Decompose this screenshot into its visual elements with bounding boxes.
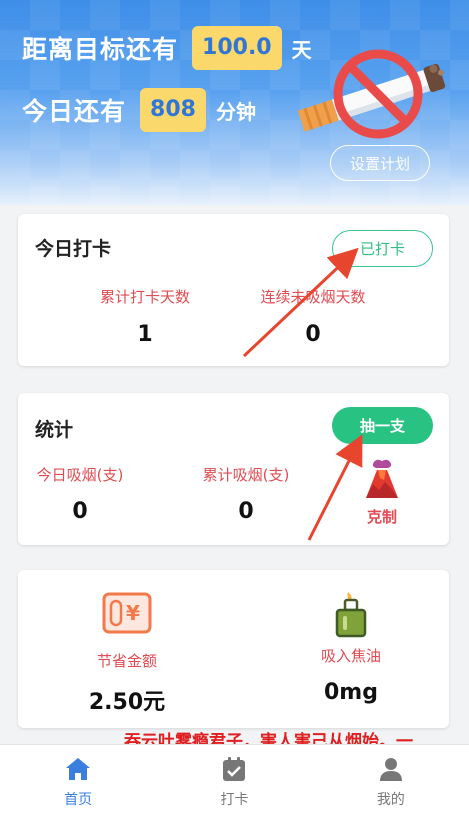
total-smoked-value: 0 bbox=[238, 499, 254, 524]
set-plan-button[interactable]: 设置计划 bbox=[330, 145, 430, 181]
tar-inhaled-value: 0mg bbox=[324, 680, 378, 705]
today-smoked-value: 0 bbox=[72, 499, 88, 524]
tab-home-label: 首页 bbox=[64, 791, 93, 808]
statistics-card: 统计 抽一支 今日吸烟(支) 0 累计吸烟(支) 0 克制 bbox=[18, 393, 449, 545]
tab-checkin[interactable]: 打卡 bbox=[156, 745, 312, 818]
resist-label: 克制 bbox=[366, 508, 397, 526]
goal-countdown: 距离目标还有 100.0 天 bbox=[22, 26, 312, 70]
bottom-tab-bar: 首页 打卡 我的 bbox=[0, 744, 469, 818]
tab-home[interactable]: 首页 bbox=[0, 745, 156, 818]
checked-in-button[interactable]: 已打卡 bbox=[332, 230, 433, 267]
smoke-one-button[interactable]: 抽一支 bbox=[332, 407, 433, 444]
savings-card: ¥ 节省金额 2.50元 吸入焦油 0mg bbox=[18, 570, 449, 728]
consecutive-smokefree-days-value: 0 bbox=[305, 322, 321, 347]
header-banner: 距离目标还有 100.0 天 今日还有 808 分钟 设置计划 bbox=[0, 0, 469, 205]
volcano-icon bbox=[366, 459, 398, 498]
total-checkin-days-value: 1 bbox=[137, 322, 153, 347]
today-unit: 分钟 bbox=[215, 99, 256, 124]
svg-text:¥: ¥ bbox=[126, 601, 140, 625]
calendar-check-icon bbox=[223, 756, 246, 781]
checkin-card: 今日打卡 已打卡 累计打卡天数 1 连续未吸烟天数 0 bbox=[18, 214, 449, 366]
tab-checkin-label: 打卡 bbox=[220, 791, 249, 808]
tab-profile[interactable]: 我的 bbox=[313, 745, 469, 818]
total-checkin-days-label: 累计打卡天数 bbox=[99, 288, 190, 306]
consecutive-smokefree-days-label: 连续未吸烟天数 bbox=[260, 288, 366, 306]
home-icon bbox=[66, 757, 91, 780]
tar-inhaled-label: 吸入焦油 bbox=[320, 647, 381, 665]
no-smoking-icon bbox=[297, 49, 446, 139]
today-prefix: 今日还有 bbox=[22, 97, 127, 126]
statistics-title: 统计 bbox=[35, 419, 74, 441]
goal-prefix: 距离目标还有 bbox=[22, 35, 179, 64]
money-icon: ¥ bbox=[102, 592, 152, 634]
money-saved-label: 节省金额 bbox=[96, 652, 157, 670]
user-icon bbox=[379, 757, 402, 781]
today-smoked-label: 今日吸烟(支) bbox=[36, 466, 124, 484]
money-saved-value: 2.50元 bbox=[88, 690, 166, 715]
today-countdown: 今日还有 808 分钟 bbox=[22, 88, 256, 132]
checkin-title: 今日打卡 bbox=[35, 238, 112, 260]
resist-button[interactable]: 克制 bbox=[355, 458, 409, 527]
goal-days-badge: 100.0 bbox=[192, 26, 282, 70]
total-smoked-label: 累计吸烟(支) bbox=[202, 466, 290, 484]
today-minutes-badge: 808 bbox=[140, 88, 206, 132]
tab-profile-label: 我的 bbox=[376, 791, 405, 808]
lighter-icon bbox=[335, 592, 367, 638]
